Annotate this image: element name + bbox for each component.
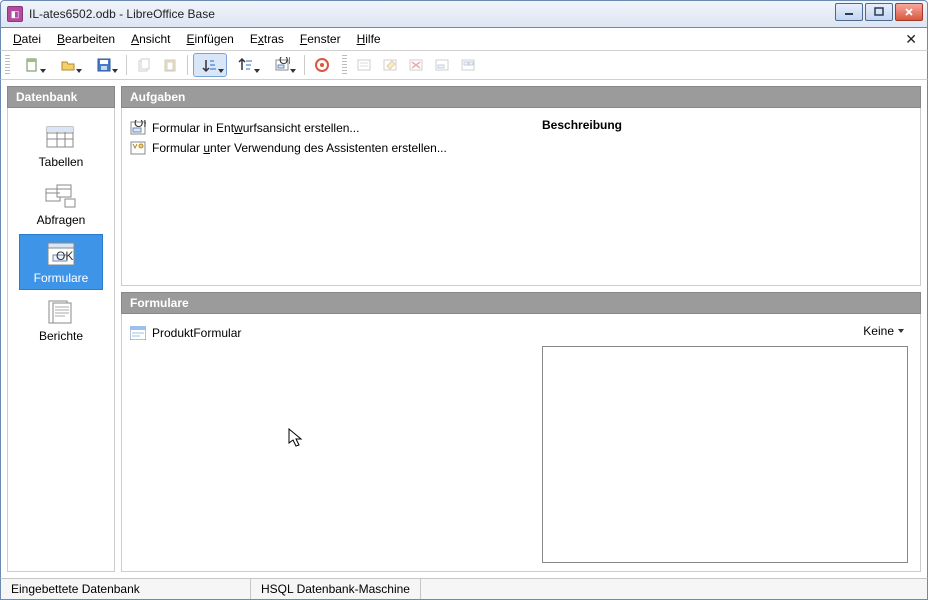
status-db-engine: HSQL Datenbank-Maschine [251,579,421,599]
query-icon [45,183,77,209]
svg-text:OK: OK [134,120,146,130]
titlebar: ◧ IL-ates6502.odb - LibreOffice Base [0,0,928,28]
window-buttons [835,3,923,21]
sidebar-item-label: Berichte [39,329,83,343]
svg-text:OK: OK [56,249,73,263]
menu-fenster[interactable]: Fenster [294,30,347,48]
forms-panel: Formulare ProduktFormular Keine [121,292,921,572]
forms-body: ProduktFormular Keine [121,314,921,572]
form-item-label: ProduktFormular [152,326,241,340]
close-button[interactable] [895,3,923,21]
preview-mode-dropdown[interactable]: Keine [859,322,908,340]
sidebar-item-formulare[interactable]: OK Formulare [19,234,103,290]
delete-form-button[interactable] [404,53,428,77]
new-form-button[interactable] [352,53,376,77]
copy-button[interactable] [132,53,156,77]
statusbar: Eingebettete Datenbank HSQL Datenbank-Ma… [0,578,928,600]
menubar: Datei Bearbeiten Ansicht Einfügen Extras… [0,28,928,50]
menu-einfuegen[interactable]: Einfügen [180,30,239,48]
app-icon: ◧ [7,6,23,22]
preview-mode-label: Keine [863,324,894,338]
minimize-button[interactable] [835,3,863,21]
tasks-list: OK Formular in Entwurfsansicht erstellen… [122,108,530,285]
sidebar-item-tabellen[interactable]: Tabellen [19,118,103,174]
preview-box [542,346,908,563]
sort-desc-button[interactable] [229,53,263,77]
new-button[interactable] [15,53,49,77]
task-label: Formular unter Verwendung des Assistente… [152,141,447,155]
task-create-wizard[interactable]: Formular unter Verwendung des Assistente… [130,138,522,158]
form-wizard-icon [130,140,146,156]
status-embedded-db: Eingebettete Datenbank [1,579,251,599]
window-title: IL-ates6502.odb - LibreOffice Base [29,7,215,21]
toolbar-grip-2[interactable] [342,55,347,75]
sort-asc-button[interactable] [193,53,227,77]
forms-header: Formulare [121,292,921,314]
form-item-produktformular[interactable]: ProduktFormular [130,324,522,342]
description-title: Beschreibung [542,118,908,132]
sidebar-item-label: Abfragen [37,213,86,227]
form-design-icon: OK [130,120,146,136]
report-icon [45,299,77,325]
form-icon: OK [45,241,77,267]
help-button[interactable] [310,53,334,77]
form-button[interactable]: OK [265,53,299,77]
tasks-panel: Aufgaben OK Formular in Entwurfsansicht … [121,86,921,286]
save-button[interactable] [87,53,121,77]
maximize-button[interactable] [865,3,893,21]
paste-button[interactable] [158,53,182,77]
sidebar-item-label: Formulare [34,271,89,285]
forms-preview-area: Keine [530,314,920,571]
edit-form-button[interactable] [378,53,402,77]
sidebar-item-berichte[interactable]: Berichte [19,292,103,348]
form-item-icon [130,326,146,340]
sidebar-item-abfragen[interactable]: Abfragen [19,176,103,232]
database-sidebar: Datenbank Tabellen Abfragen OK Formulare… [7,86,115,572]
tasks-description: Beschreibung [530,108,920,285]
svg-text:OK: OK [279,57,290,67]
menu-bearbeiten[interactable]: Bearbeiten [51,30,121,48]
menu-extras[interactable]: Extras [244,30,290,48]
menu-hilfe[interactable]: Hilfe [351,30,387,48]
task-create-design-view[interactable]: OK Formular in Entwurfsansicht erstellen… [130,118,522,138]
open-form-button[interactable] [456,53,480,77]
client-area: Datenbank Tabellen Abfragen OK Formulare… [0,80,928,578]
forms-list: ProduktFormular [122,314,530,571]
sidebar-body: Tabellen Abfragen OK Formulare Berichte [7,108,115,572]
task-label: Formular in Entwurfsansicht erstellen... [152,121,359,135]
tasks-header: Aufgaben [121,86,921,108]
sidebar-header: Datenbank [7,86,115,108]
right-column: Aufgaben OK Formular in Entwurfsansicht … [121,86,921,572]
sidebar-item-label: Tabellen [39,155,84,169]
toolbar-grip[interactable] [5,55,10,75]
toolbar: OK [0,50,928,80]
tasks-body: OK Formular in Entwurfsansicht erstellen… [121,108,921,286]
close-document-button[interactable]: ✕ [901,31,921,48]
chevron-down-icon [898,329,904,333]
open-button[interactable] [51,53,85,77]
menu-datei[interactable]: Datei [7,30,47,48]
table-icon [45,125,77,151]
rename-form-button[interactable] [430,53,454,77]
menu-ansicht[interactable]: Ansicht [125,30,176,48]
